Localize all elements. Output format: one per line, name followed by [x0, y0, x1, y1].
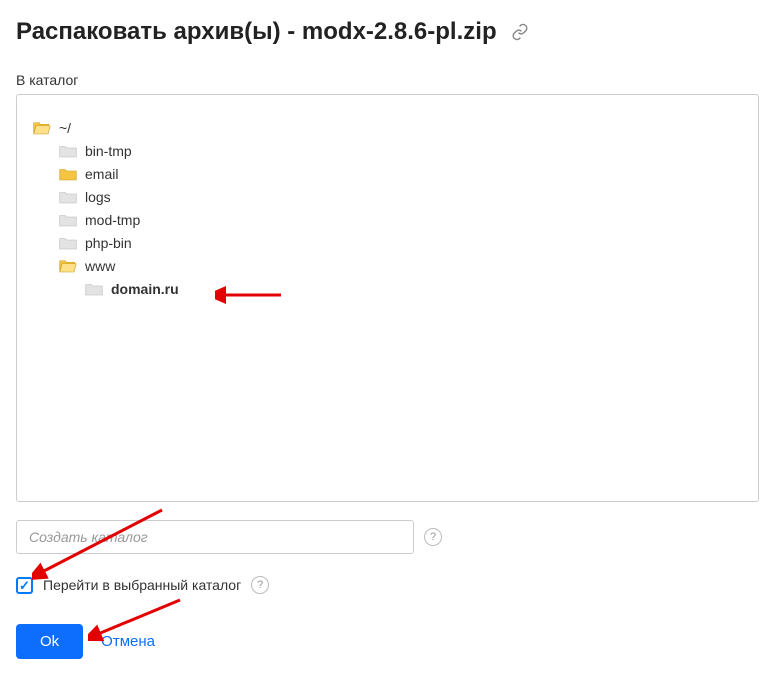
tree-node-label: ~/: [59, 120, 71, 136]
folder-icon: [59, 189, 77, 205]
tree-node[interactable]: domain.ru: [85, 279, 742, 299]
cancel-button[interactable]: Отмена: [101, 633, 155, 650]
tree-node[interactable]: www: [59, 256, 742, 276]
tree-node[interactable]: email: [59, 164, 742, 184]
link-icon[interactable]: [511, 23, 529, 41]
tree-node-label: logs: [85, 189, 111, 205]
tree-root-node[interactable]: ~/: [33, 118, 742, 138]
tree-node-label: domain.ru: [111, 281, 179, 297]
help-icon[interactable]: ?: [251, 576, 269, 594]
create-catalog-input[interactable]: [16, 520, 414, 554]
goto-catalog-checkbox[interactable]: ✓: [16, 577, 33, 594]
tree-node-label: email: [85, 166, 118, 182]
folder-open-icon: [33, 120, 51, 136]
page-title: Распаковать архив(ы) - modx-2.8.6-pl.zip: [16, 18, 497, 46]
tree-node-label: php-bin: [85, 235, 132, 251]
folder-icon: [59, 258, 77, 274]
folder-icon: [59, 143, 77, 159]
tree-node[interactable]: mod-tmp: [59, 210, 742, 230]
tree-node[interactable]: bin-tmp: [59, 141, 742, 161]
folder-tree[interactable]: ~/ bin-tmp email logs mod-tmp php-bin www domai…: [16, 94, 759, 502]
folder-icon: [59, 235, 77, 251]
catalog-label: В каталог: [16, 72, 759, 88]
ok-button[interactable]: Ok: [16, 624, 83, 659]
tree-node-label: bin-tmp: [85, 143, 132, 159]
tree-node-label: mod-tmp: [85, 212, 140, 228]
folder-icon: [59, 212, 77, 228]
tree-node-label: www: [85, 258, 115, 274]
folder-icon: [85, 281, 103, 297]
tree-node[interactable]: logs: [59, 187, 742, 207]
goto-catalog-label: Перейти в выбранный каталог: [43, 577, 241, 593]
help-icon[interactable]: ?: [424, 528, 442, 546]
folder-icon: [59, 166, 77, 182]
tree-node[interactable]: php-bin: [59, 233, 742, 253]
